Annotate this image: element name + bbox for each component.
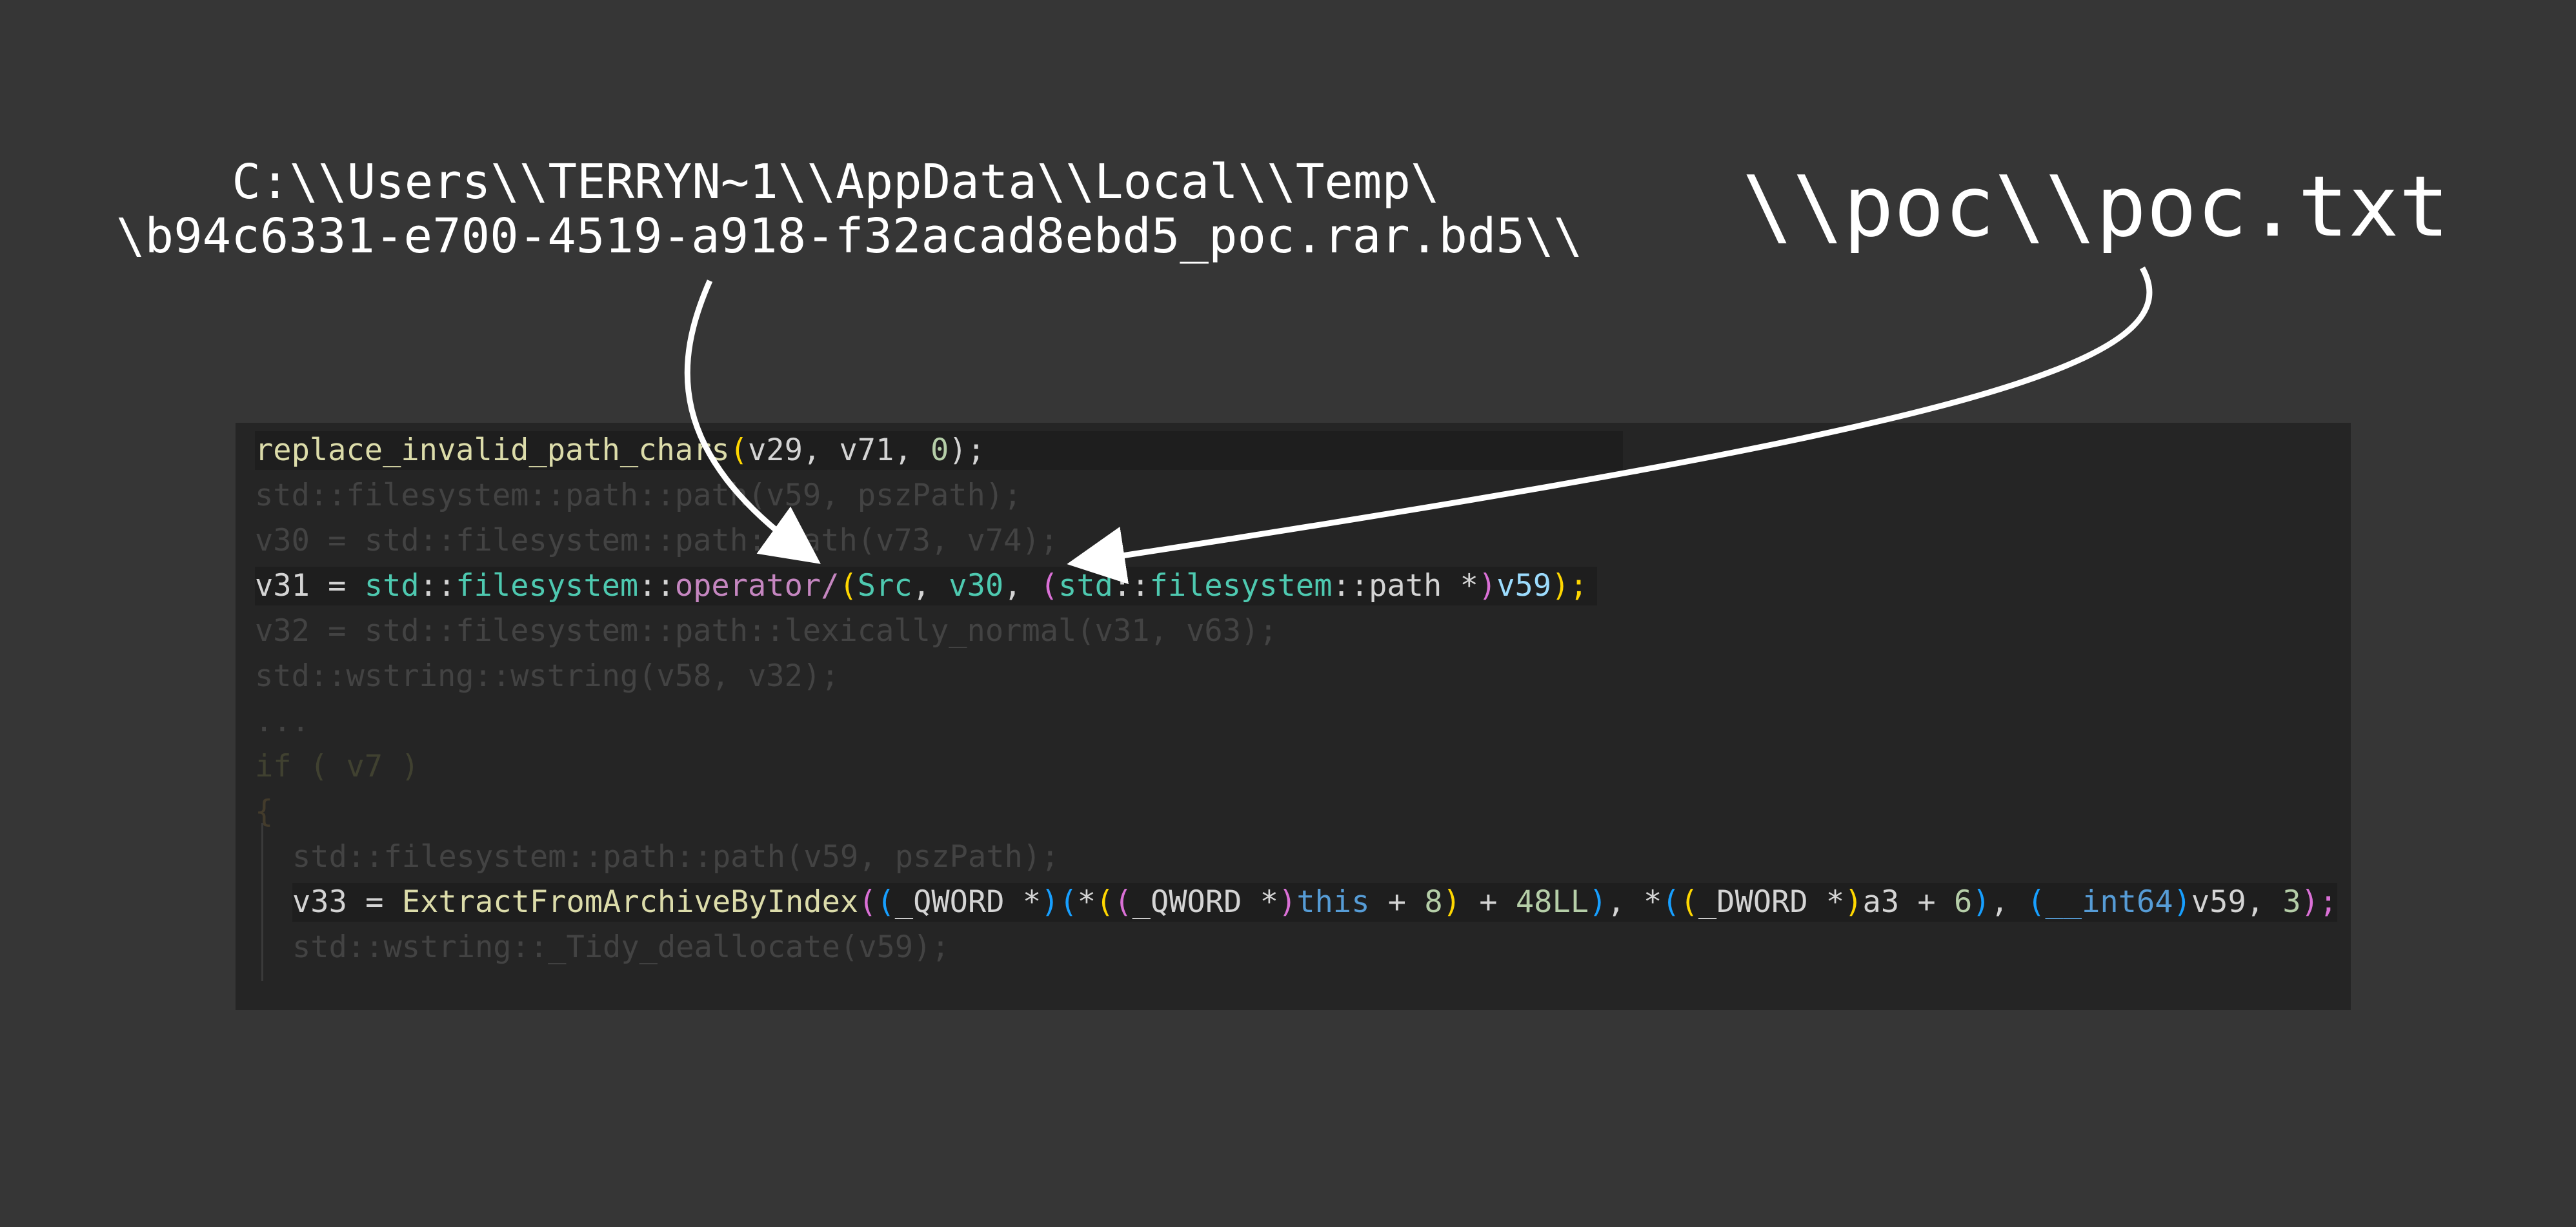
annotation-arrows [684, 266, 2153, 585]
arrow-to-operator-arg [1067, 266, 2153, 585]
arrow-to-path-ctor [684, 279, 821, 564]
